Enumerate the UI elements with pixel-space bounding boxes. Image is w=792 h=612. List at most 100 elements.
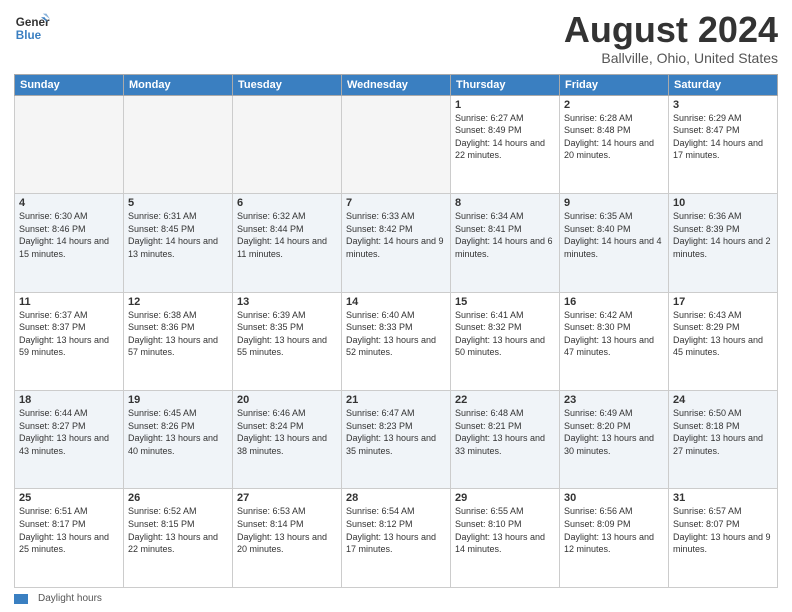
calendar-cell: 25Sunrise: 6:51 AMSunset: 8:17 PMDayligh… — [15, 489, 124, 588]
day-info: Sunrise: 6:56 AMSunset: 8:09 PMDaylight:… — [564, 505, 664, 555]
day-info: Sunrise: 6:55 AMSunset: 8:10 PMDaylight:… — [455, 505, 555, 555]
svg-text:Blue: Blue — [16, 29, 42, 42]
day-info: Sunrise: 6:27 AMSunset: 8:49 PMDaylight:… — [455, 112, 555, 162]
calendar-cell: 5Sunrise: 6:31 AMSunset: 8:45 PMDaylight… — [124, 194, 233, 292]
day-info: Sunrise: 6:44 AMSunset: 8:27 PMDaylight:… — [19, 407, 119, 457]
day-number: 5 — [128, 197, 228, 209]
day-number: 16 — [564, 296, 664, 308]
calendar-cell: 22Sunrise: 6:48 AMSunset: 8:21 PMDayligh… — [451, 391, 560, 489]
month-title: August 2024 — [564, 10, 778, 50]
day-info: Sunrise: 6:57 AMSunset: 8:07 PMDaylight:… — [673, 505, 773, 555]
day-number: 27 — [237, 492, 337, 504]
day-number: 9 — [564, 197, 664, 209]
calendar-cell: 18Sunrise: 6:44 AMSunset: 8:27 PMDayligh… — [15, 391, 124, 489]
day-number: 30 — [564, 492, 664, 504]
day-info: Sunrise: 6:30 AMSunset: 8:46 PMDaylight:… — [19, 210, 119, 260]
calendar-cell: 14Sunrise: 6:40 AMSunset: 8:33 PMDayligh… — [342, 292, 451, 390]
day-info: Sunrise: 6:32 AMSunset: 8:44 PMDaylight:… — [237, 210, 337, 260]
day-info: Sunrise: 6:40 AMSunset: 8:33 PMDaylight:… — [346, 309, 446, 359]
day-info: Sunrise: 6:45 AMSunset: 8:26 PMDaylight:… — [128, 407, 228, 457]
day-number: 15 — [455, 296, 555, 308]
calendar-cell: 24Sunrise: 6:50 AMSunset: 8:18 PMDayligh… — [669, 391, 778, 489]
calendar-cell: 11Sunrise: 6:37 AMSunset: 8:37 PMDayligh… — [15, 292, 124, 390]
day-info: Sunrise: 6:51 AMSunset: 8:17 PMDaylight:… — [19, 505, 119, 555]
day-number: 26 — [128, 492, 228, 504]
day-info: Sunrise: 6:41 AMSunset: 8:32 PMDaylight:… — [455, 309, 555, 359]
day-number: 12 — [128, 296, 228, 308]
day-number: 6 — [237, 197, 337, 209]
day-number: 24 — [673, 394, 773, 406]
day-number: 31 — [673, 492, 773, 504]
calendar-cell: 13Sunrise: 6:39 AMSunset: 8:35 PMDayligh… — [233, 292, 342, 390]
calendar-cell: 7Sunrise: 6:33 AMSunset: 8:42 PMDaylight… — [342, 194, 451, 292]
day-info: Sunrise: 6:35 AMSunset: 8:40 PMDaylight:… — [564, 210, 664, 260]
day-number: 10 — [673, 197, 773, 209]
day-number: 23 — [564, 394, 664, 406]
day-info: Sunrise: 6:37 AMSunset: 8:37 PMDaylight:… — [19, 309, 119, 359]
day-number: 22 — [455, 394, 555, 406]
calendar-cell: 21Sunrise: 6:47 AMSunset: 8:23 PMDayligh… — [342, 391, 451, 489]
day-info: Sunrise: 6:31 AMSunset: 8:45 PMDaylight:… — [128, 210, 228, 260]
calendar-cell: 28Sunrise: 6:54 AMSunset: 8:12 PMDayligh… — [342, 489, 451, 588]
calendar-cell: 3Sunrise: 6:29 AMSunset: 8:47 PMDaylight… — [669, 95, 778, 193]
day-info: Sunrise: 6:39 AMSunset: 8:35 PMDaylight:… — [237, 309, 337, 359]
calendar-table: SundayMondayTuesdayWednesdayThursdayFrid… — [14, 74, 778, 588]
day-of-week-header: Wednesday — [342, 74, 451, 95]
day-info: Sunrise: 6:42 AMSunset: 8:30 PMDaylight:… — [564, 309, 664, 359]
calendar-cell: 16Sunrise: 6:42 AMSunset: 8:30 PMDayligh… — [560, 292, 669, 390]
day-number: 28 — [346, 492, 446, 504]
day-info: Sunrise: 6:50 AMSunset: 8:18 PMDaylight:… — [673, 407, 773, 457]
day-info: Sunrise: 6:54 AMSunset: 8:12 PMDaylight:… — [346, 505, 446, 555]
calendar-cell: 23Sunrise: 6:49 AMSunset: 8:20 PMDayligh… — [560, 391, 669, 489]
day-info: Sunrise: 6:34 AMSunset: 8:41 PMDaylight:… — [455, 210, 555, 260]
day-number: 20 — [237, 394, 337, 406]
calendar-cell: 26Sunrise: 6:52 AMSunset: 8:15 PMDayligh… — [124, 489, 233, 588]
day-info: Sunrise: 6:47 AMSunset: 8:23 PMDaylight:… — [346, 407, 446, 457]
calendar-cell: 6Sunrise: 6:32 AMSunset: 8:44 PMDaylight… — [233, 194, 342, 292]
calendar-cell — [342, 95, 451, 193]
day-info: Sunrise: 6:49 AMSunset: 8:20 PMDaylight:… — [564, 407, 664, 457]
day-number: 14 — [346, 296, 446, 308]
day-of-week-header: Thursday — [451, 74, 560, 95]
calendar-cell: 1Sunrise: 6:27 AMSunset: 8:49 PMDaylight… — [451, 95, 560, 193]
calendar-cell: 12Sunrise: 6:38 AMSunset: 8:36 PMDayligh… — [124, 292, 233, 390]
day-of-week-header: Saturday — [669, 74, 778, 95]
day-info: Sunrise: 6:29 AMSunset: 8:47 PMDaylight:… — [673, 112, 773, 162]
day-number: 21 — [346, 394, 446, 406]
day-number: 3 — [673, 99, 773, 111]
day-of-week-header: Tuesday — [233, 74, 342, 95]
calendar-cell: 8Sunrise: 6:34 AMSunset: 8:41 PMDaylight… — [451, 194, 560, 292]
day-info: Sunrise: 6:36 AMSunset: 8:39 PMDaylight:… — [673, 210, 773, 260]
calendar-cell: 17Sunrise: 6:43 AMSunset: 8:29 PMDayligh… — [669, 292, 778, 390]
calendar-cell: 29Sunrise: 6:55 AMSunset: 8:10 PMDayligh… — [451, 489, 560, 588]
calendar-cell: 2Sunrise: 6:28 AMSunset: 8:48 PMDaylight… — [560, 95, 669, 193]
day-info: Sunrise: 6:53 AMSunset: 8:14 PMDaylight:… — [237, 505, 337, 555]
calendar-cell: 30Sunrise: 6:56 AMSunset: 8:09 PMDayligh… — [560, 489, 669, 588]
calendar-cell — [15, 95, 124, 193]
calendar-cell — [233, 95, 342, 193]
calendar-cell: 10Sunrise: 6:36 AMSunset: 8:39 PMDayligh… — [669, 194, 778, 292]
day-of-week-header: Sunday — [15, 74, 124, 95]
day-number: 7 — [346, 197, 446, 209]
day-info: Sunrise: 6:38 AMSunset: 8:36 PMDaylight:… — [128, 309, 228, 359]
day-number: 4 — [19, 197, 119, 209]
calendar-cell: 20Sunrise: 6:46 AMSunset: 8:24 PMDayligh… — [233, 391, 342, 489]
day-number: 8 — [455, 197, 555, 209]
day-number: 11 — [19, 296, 119, 308]
day-number: 25 — [19, 492, 119, 504]
calendar-cell: 27Sunrise: 6:53 AMSunset: 8:14 PMDayligh… — [233, 489, 342, 588]
day-info: Sunrise: 6:52 AMSunset: 8:15 PMDaylight:… — [128, 505, 228, 555]
day-number: 1 — [455, 99, 555, 111]
logo-icon: General Blue — [14, 10, 50, 46]
day-number: 19 — [128, 394, 228, 406]
logo: General Blue — [14, 10, 50, 46]
calendar-cell: 19Sunrise: 6:45 AMSunset: 8:26 PMDayligh… — [124, 391, 233, 489]
day-info: Sunrise: 6:43 AMSunset: 8:29 PMDaylight:… — [673, 309, 773, 359]
day-number: 2 — [564, 99, 664, 111]
calendar-cell — [124, 95, 233, 193]
day-number: 18 — [19, 394, 119, 406]
day-of-week-header: Monday — [124, 74, 233, 95]
day-number: 29 — [455, 492, 555, 504]
legend-color-box — [14, 594, 28, 604]
calendar-cell: 15Sunrise: 6:41 AMSunset: 8:32 PMDayligh… — [451, 292, 560, 390]
